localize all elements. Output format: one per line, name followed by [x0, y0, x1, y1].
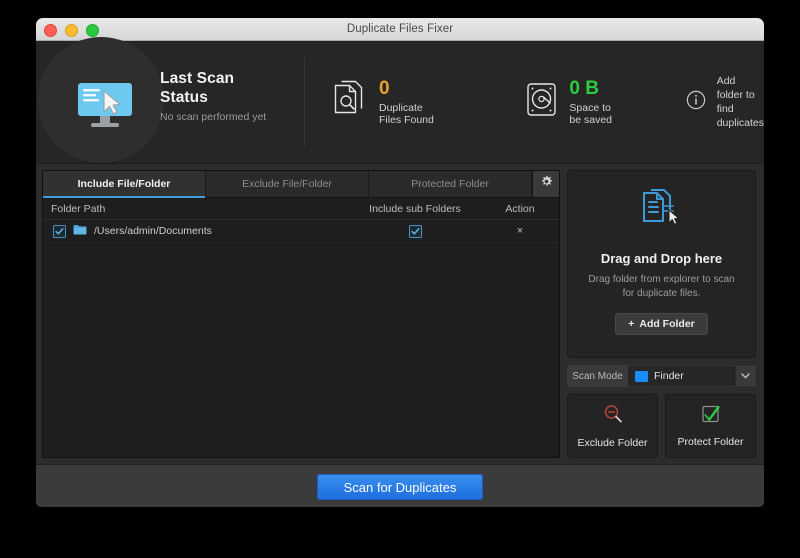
monitor-cursor-icon: [74, 81, 136, 129]
row-remove-button[interactable]: ×: [481, 225, 559, 237]
table-row[interactable]: /Users/admin/Documents ×: [43, 220, 559, 243]
stat-space-saved: 0 B Space to be saved: [526, 78, 615, 126]
window-title: Duplicate Files Fixer: [346, 23, 454, 35]
minimize-button[interactable]: [65, 24, 78, 37]
green-check-icon: [701, 404, 721, 427]
stat-duplicate-files: 0 Duplicate Files Found: [333, 78, 434, 126]
add-folder-button[interactable]: + Add Folder: [615, 313, 708, 335]
folder-icon: [73, 224, 87, 238]
row-path-text: /Users/admin/Documents: [94, 225, 212, 237]
scan-mode-select[interactable]: Finder: [628, 365, 756, 387]
last-scan-status-block: Last Scan Status No scan performed yet: [36, 37, 305, 163]
space-saved-label: Space to be saved: [569, 102, 613, 126]
chevron-down-icon[interactable]: [735, 366, 755, 386]
right-sidebar: Drag and Drop here Drag folder from expl…: [567, 170, 756, 458]
harddrive-search-icon: [526, 81, 558, 124]
scan-status-title-1: Last Scan: [160, 70, 235, 87]
documents-cursor-icon: [640, 189, 684, 238]
info-hint: Add folder to find duplicates: [686, 74, 764, 130]
drag-drop-zone[interactable]: Drag and Drop here Drag folder from expl…: [567, 170, 756, 358]
scan-for-duplicates-button[interactable]: Scan for Duplicates: [317, 474, 483, 500]
window-controls: [44, 24, 99, 37]
scan-status-title-2: Status: [160, 89, 208, 106]
info-hint-line-2: find duplicates: [716, 103, 764, 129]
drop-zone-title: Drag and Drop here: [600, 251, 723, 266]
space-saved-value: 0 B: [569, 78, 599, 99]
app-window: Duplicate Files Fixer Last Scan Status N…: [36, 18, 764, 507]
exclude-folder-button[interactable]: Exclude Folder: [567, 394, 658, 458]
tab-exclude-file-folder[interactable]: Exclude File/Folder: [206, 171, 369, 197]
info-hint-line-1: Add folder to: [716, 75, 755, 101]
plus-icon: +: [628, 318, 635, 330]
maximize-button[interactable]: [86, 24, 99, 37]
tab-bar: Include File/Folder Exclude File/Folder …: [43, 171, 559, 198]
scan-mode-label: Scan Mode: [567, 365, 628, 387]
documents-search-icon: [333, 80, 368, 125]
scan-status-subtitle: No scan performed yet: [160, 111, 267, 123]
finder-folder-icon: [635, 370, 648, 382]
header-band: Last Scan Status No scan performed yet 0…: [36, 37, 764, 164]
protect-folder-button[interactable]: Protect Folder: [665, 394, 756, 458]
duplicate-files-label: Duplicate Files Found: [379, 102, 434, 126]
close-button[interactable]: [44, 24, 57, 37]
protect-folder-label: Protect Folder: [677, 436, 744, 448]
row-include-sub-checkbox[interactable]: [408, 224, 422, 238]
tab-protected-folder[interactable]: Protected Folder: [369, 171, 532, 197]
folder-rows: /Users/admin/Documents ×: [43, 220, 559, 457]
drop-zone-subtitle: Drag folder from explorer to scan for du…: [588, 274, 735, 299]
gear-icon: [540, 175, 553, 193]
main-body: Include File/Folder Exclude File/Folder …: [36, 164, 764, 464]
column-folder-path: Folder Path: [51, 202, 106, 215]
row-include-sub-cell: [349, 224, 481, 238]
footer-bar: Scan for Duplicates: [36, 464, 764, 507]
header-stats: 0 Duplicate Files Found 0 B Space to be …: [305, 41, 764, 163]
column-action: Action: [505, 202, 535, 215]
scan-mode-row: Scan Mode Finder: [567, 365, 756, 387]
duplicate-files-count: 0: [379, 78, 390, 99]
magnifier-minus-icon: [602, 403, 624, 428]
row-folder-path: /Users/admin/Documents: [43, 224, 349, 238]
screen: Duplicate Files Fixer Last Scan Status N…: [0, 0, 800, 558]
table-header: Folder Path Include sub Folders Action: [43, 198, 559, 220]
tab-include-file-folder[interactable]: Include File/Folder: [43, 171, 206, 198]
column-include-sub-folders: Include sub Folders: [369, 202, 461, 215]
scan-status-text: Last Scan Status No scan performed yet: [160, 69, 266, 123]
folder-list-panel: Include File/Folder Exclude File/Folder …: [42, 170, 560, 458]
settings-button[interactable]: [532, 171, 559, 197]
add-folder-label: Add Folder: [639, 318, 695, 330]
exclude-folder-label: Exclude Folder: [577, 437, 648, 449]
titlebar: Duplicate Files Fixer: [36, 18, 764, 41]
info-circle-icon: [686, 90, 706, 115]
row-select-checkbox[interactable]: [53, 224, 66, 238]
scan-mode-value: Finder: [654, 370, 684, 382]
folder-action-buttons: Exclude Folder Protect Folder: [567, 394, 756, 458]
